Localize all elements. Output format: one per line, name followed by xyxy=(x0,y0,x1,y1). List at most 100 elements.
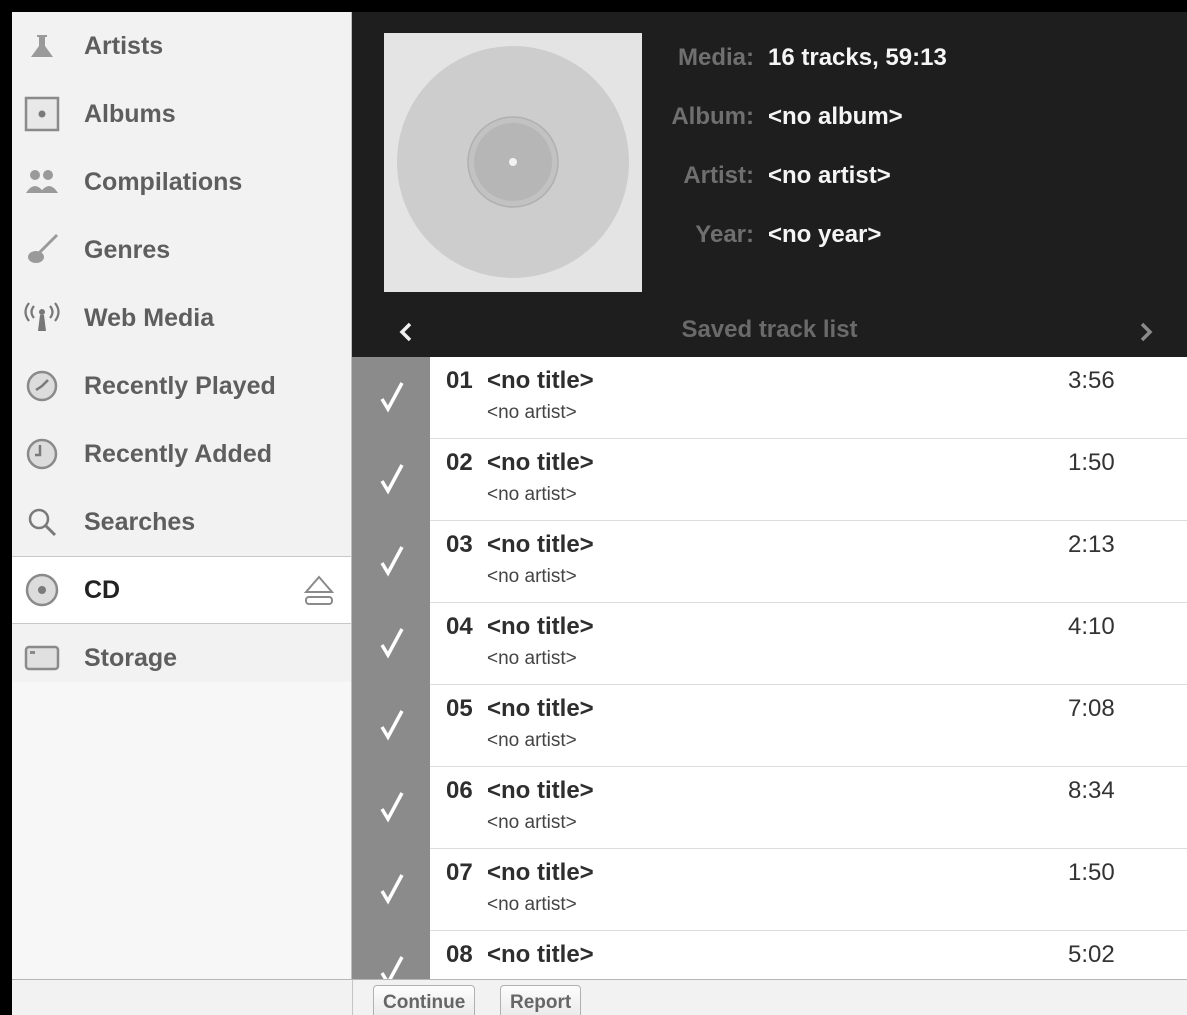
album-value-row: <no album> xyxy=(768,103,1168,133)
track-title: <no title> xyxy=(487,367,594,394)
search-icon xyxy=(22,502,62,542)
track-artist: <no artist> xyxy=(487,894,577,915)
track-list-nav: Saved track list xyxy=(352,310,1187,357)
sidebar-item-searches[interactable]: Searches xyxy=(12,488,351,556)
checkmark-icon[interactable] xyxy=(376,377,408,417)
track-duration: 1:50 xyxy=(1068,449,1115,476)
track-title: <no title> xyxy=(487,449,594,476)
track-title: <no title> xyxy=(487,941,594,968)
track-title: <no title> xyxy=(487,531,594,558)
track-artist: <no artist> xyxy=(487,730,577,751)
checkmark-icon[interactable] xyxy=(376,787,408,827)
artist-row: Artist: xyxy=(564,162,754,192)
sidebar-item-genres[interactable]: Genres xyxy=(12,216,351,284)
track-row[interactable]: 05 <no title> <no artist> 7:08 xyxy=(352,685,1187,767)
track-row[interactable]: 08 <no title> 5:02 xyxy=(352,931,1187,979)
sidebar-item-label: Compilations xyxy=(84,167,243,196)
track-list-title: Saved track list xyxy=(681,316,858,343)
sidebar-item-label: Web Media xyxy=(84,303,215,332)
sidebar-item-recently-added[interactable]: Recently Added xyxy=(12,420,351,488)
sidebar-empty-area xyxy=(12,682,351,979)
compilations-icon xyxy=(22,162,62,202)
eject-icon[interactable] xyxy=(303,574,335,608)
track-title: <no title> xyxy=(487,777,594,804)
sidebar-item-compilations[interactable]: Compilations xyxy=(12,148,351,216)
toolbar-divider xyxy=(352,980,353,1015)
app-window: Artists Albums Compilations Genres Web M… xyxy=(0,0,1187,1015)
sidebar: Artists Albums Compilations Genres Web M… xyxy=(12,12,352,979)
window-top-edge xyxy=(0,0,1187,12)
track-list: 01 <no title> <no artist> 3:56 02 <no ti… xyxy=(352,357,1187,979)
storage-icon xyxy=(22,638,62,678)
track-artist: <no artist> xyxy=(487,484,577,505)
checkmark-icon[interactable] xyxy=(376,951,408,979)
track-number: 03 xyxy=(446,531,473,558)
checkmark-icon[interactable] xyxy=(376,869,408,909)
continue-button[interactable]: Continue xyxy=(373,985,476,1015)
track-duration: 1:50 xyxy=(1068,859,1115,886)
artist-value: <no artist> xyxy=(768,162,891,189)
sidebar-item-label: Recently Added xyxy=(84,439,273,468)
track-number: 01 xyxy=(446,367,473,394)
track-row[interactable]: 06 <no title> <no artist> 8:34 xyxy=(352,767,1187,849)
track-number: 08 xyxy=(446,941,473,968)
track-duration: 4:10 xyxy=(1068,613,1115,640)
year-value: <no year> xyxy=(768,221,882,248)
track-number: 05 xyxy=(446,695,473,722)
media-row: Media: xyxy=(564,44,754,74)
track-artist: <no artist> xyxy=(487,812,577,833)
clock-played-icon xyxy=(22,366,62,406)
track-title: <no title> xyxy=(487,613,594,640)
track-artist: <no artist> xyxy=(487,402,577,423)
media-value-row: 16 tracks, 59:13 xyxy=(768,44,1168,74)
album-row: Album: xyxy=(564,103,754,133)
track-title: <no title> xyxy=(487,859,594,886)
track-artist: <no artist> xyxy=(487,648,577,669)
checkmark-icon[interactable] xyxy=(376,541,408,581)
track-number: 07 xyxy=(446,859,473,886)
sidebar-item-web-media[interactable]: Web Media xyxy=(12,284,351,352)
sidebar-item-label: CD xyxy=(84,575,121,604)
track-title: <no title> xyxy=(487,695,594,722)
track-row[interactable]: 07 <no title> <no artist> 1:50 xyxy=(352,849,1187,931)
artist-icon xyxy=(22,26,62,66)
checkmark-icon[interactable] xyxy=(376,705,408,745)
album-icon xyxy=(22,94,62,134)
checkmark-icon[interactable] xyxy=(376,459,408,499)
track-row[interactable]: 04 <no title> <no artist> 4:10 xyxy=(352,603,1187,685)
sidebar-item-albums[interactable]: Albums xyxy=(12,80,351,148)
sidebar-item-artists[interactable]: Artists xyxy=(12,12,351,80)
checkmark-icon[interactable] xyxy=(376,623,408,663)
sidebar-item-label: Albums xyxy=(84,99,176,128)
sidebar-item-cd[interactable]: CD xyxy=(12,556,351,624)
track-row[interactable]: 01 <no title> <no artist> 3:56 xyxy=(352,357,1187,439)
track-row[interactable]: 02 <no title> <no artist> 1:50 xyxy=(352,439,1187,521)
sidebar-item-label: Recently Played xyxy=(84,371,276,400)
chevron-left-icon[interactable] xyxy=(396,320,416,344)
sidebar-item-label: Searches xyxy=(84,507,196,536)
clock-added-icon xyxy=(22,434,62,474)
cd-icon xyxy=(22,570,62,610)
track-duration: 2:13 xyxy=(1068,531,1115,558)
sidebar-item-label: Genres xyxy=(84,235,171,264)
sidebar-item-label: Artists xyxy=(84,31,164,60)
year-key: Year: xyxy=(695,221,754,248)
track-number: 06 xyxy=(446,777,473,804)
window-left-edge xyxy=(0,0,12,1015)
artist-value-row: <no artist> xyxy=(768,162,1168,192)
track-number: 04 xyxy=(446,613,473,640)
guitar-icon xyxy=(22,230,62,270)
chevron-right-icon[interactable] xyxy=(1136,320,1156,344)
media-key: Media: xyxy=(677,44,754,71)
album-header: Media: 16 tracks, 59:13 Album: <no album… xyxy=(352,12,1187,357)
year-value-row: <no year> xyxy=(768,221,1168,251)
artist-key: Artist: xyxy=(683,162,754,189)
sidebar-item-label: Storage xyxy=(84,643,178,672)
report-button[interactable]: Report xyxy=(500,985,582,1015)
track-row[interactable]: 03 <no title> <no artist> 2:13 xyxy=(352,521,1187,603)
antenna-icon xyxy=(22,298,62,338)
track-duration: 5:02 xyxy=(1068,941,1115,968)
track-number: 02 xyxy=(446,449,473,476)
track-duration: 7:08 xyxy=(1068,695,1115,722)
sidebar-item-recently-played[interactable]: Recently Played xyxy=(12,352,351,420)
